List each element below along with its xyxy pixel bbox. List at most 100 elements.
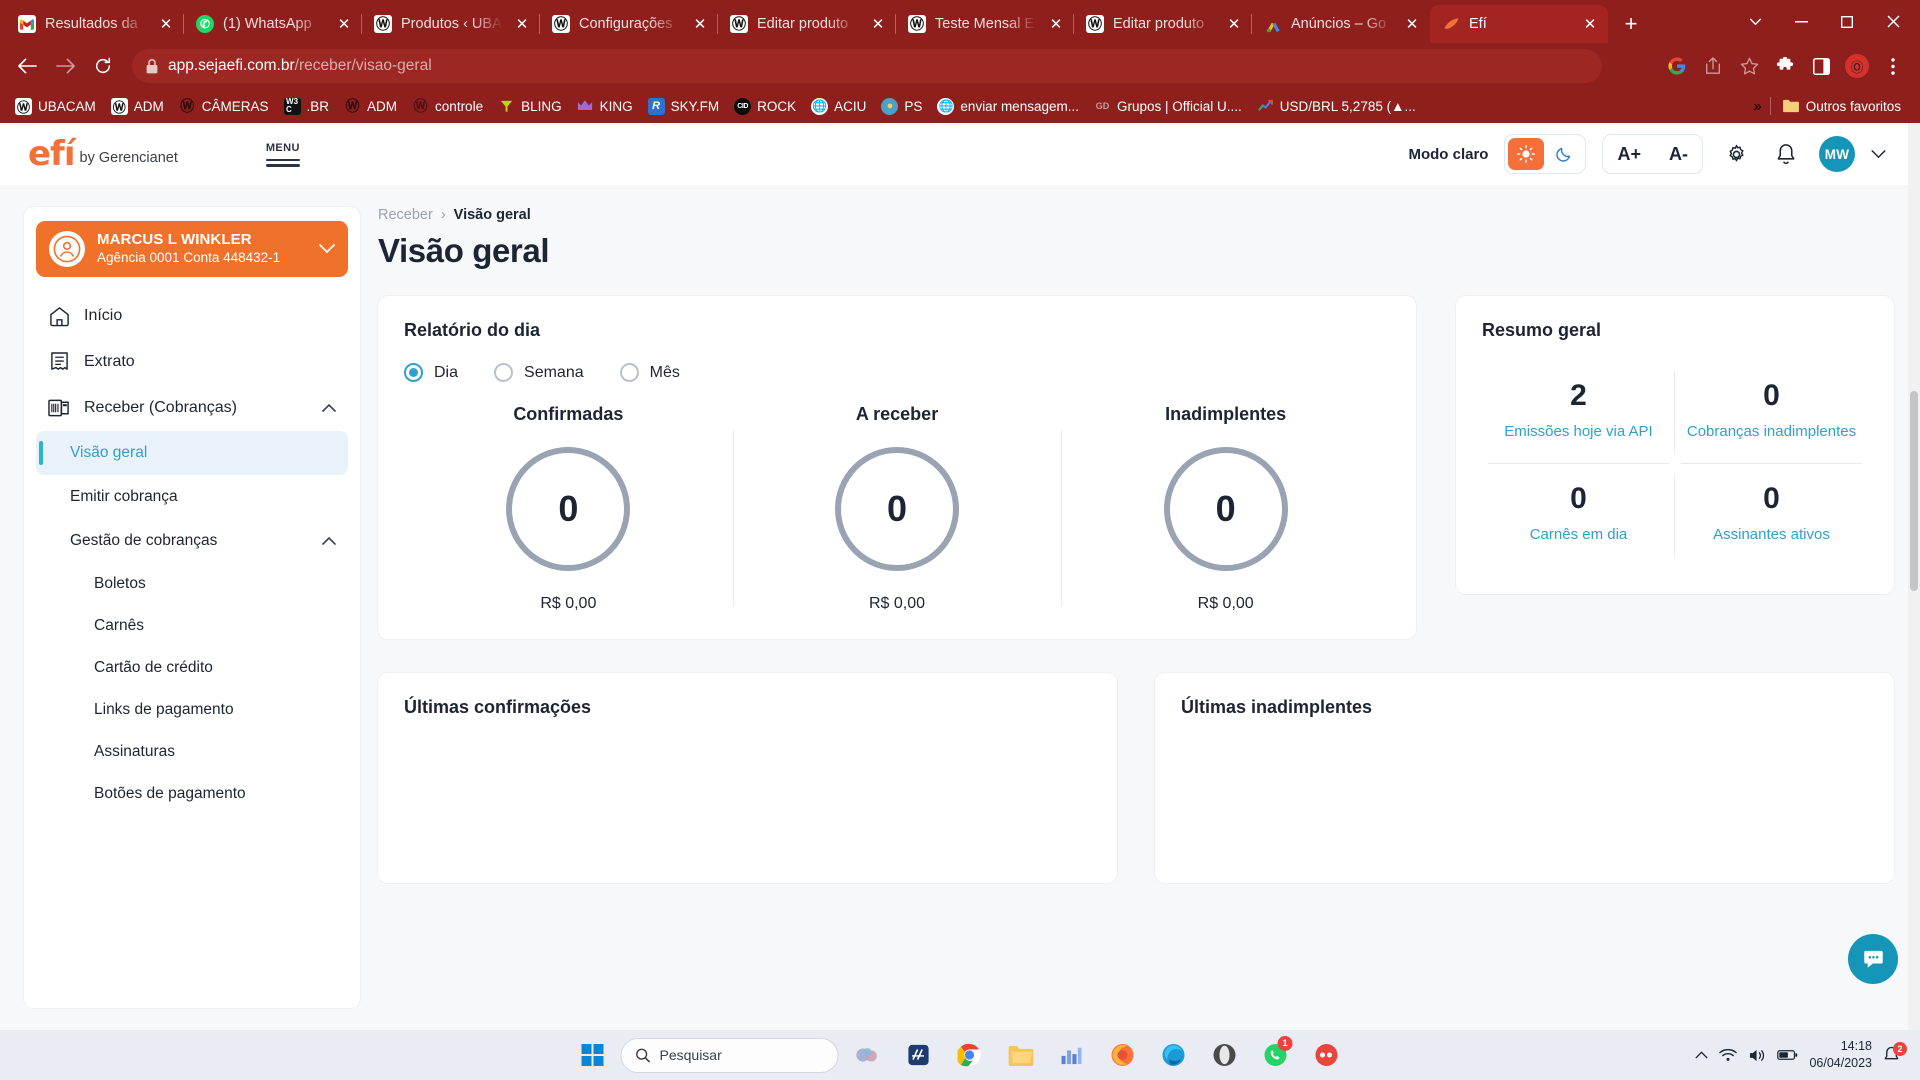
sidepanel-icon[interactable] [1804, 49, 1838, 83]
bookmarks-overflow-button[interactable]: » [1753, 98, 1761, 115]
increase-font-button[interactable]: A+ [1603, 135, 1655, 173]
maximize-button[interactable] [1824, 3, 1870, 41]
close-icon[interactable]: ✕ [1580, 14, 1600, 34]
browser-tab[interactable]: Ⓦ Teste Mensal E ✕ [895, 5, 1074, 43]
moon-icon[interactable] [1546, 138, 1582, 170]
browser-tab[interactable]: Ⓦ Editar produto ✕ [1073, 5, 1252, 43]
bookmark-item[interactable]: ● PS [874, 94, 929, 119]
bookmark-item[interactable]: 🌐 ACIU [804, 94, 873, 119]
widgets-icon[interactable] [846, 1034, 890, 1076]
browser-tab[interactable]: Resultados da ✕ [6, 5, 184, 43]
page-scrollbar[interactable] [1908, 123, 1920, 1030]
opera-icon[interactable] [1203, 1034, 1247, 1076]
chat-support-icon[interactable] [1848, 934, 1898, 984]
windows-icon[interactable] [572, 1034, 614, 1076]
sidebar-item-gestao-de-cobrancas[interactable]: Gestão de cobranças [36, 519, 348, 563]
store-icon[interactable] [1050, 1034, 1094, 1076]
editor-icon[interactable] [897, 1034, 941, 1076]
bookmark-item[interactable]: Ⓦ CÂMERAS [172, 94, 276, 119]
extensions-icon[interactable] [1768, 49, 1802, 83]
edge-icon[interactable] [1152, 1034, 1196, 1076]
bell-icon[interactable] [1769, 137, 1803, 171]
close-icon[interactable]: ✕ [1224, 14, 1244, 34]
summary-cell-emissoes-api[interactable]: 2 Emissões hoje via API [1482, 361, 1675, 465]
sidebar-item-emitir-cobranca[interactable]: Emitir cobrança [36, 475, 348, 519]
sidebar-item-inicio[interactable]: Início [36, 293, 348, 339]
firefox-icon[interactable] [1101, 1034, 1145, 1076]
browser-tab[interactable]: ✆ (1) WhatsApp ✕ [183, 5, 362, 43]
volume-icon[interactable] [1748, 1048, 1766, 1063]
close-icon[interactable]: ✕ [334, 14, 354, 34]
sun-icon[interactable] [1508, 138, 1545, 170]
bookmark-item[interactable]: KING [570, 94, 640, 119]
new-tab-button[interactable]: + [1614, 7, 1648, 41]
tab-search-icon[interactable] [1732, 3, 1778, 41]
period-option-mes[interactable]: Mês [619, 363, 680, 382]
bookmark-item[interactable]: BLING [491, 94, 569, 119]
efi-logo[interactable]: efí by Gerencianet [28, 137, 178, 171]
bookmark-item[interactable]: W3 C .BR [277, 94, 337, 119]
sidebar-item-carnes[interactable]: Carnês [36, 605, 348, 647]
profile-icon[interactable]: Ⓞ [1840, 49, 1874, 83]
close-icon[interactable]: ✕ [868, 14, 888, 34]
chrome-icon[interactable] [948, 1034, 992, 1076]
chevron-up-icon[interactable] [322, 404, 336, 412]
summary-cell-cobrancas-inadimplentes[interactable]: 0 Cobranças inadimplentes [1675, 361, 1868, 465]
bookmark-item[interactable]: Ⓦ ADM [337, 94, 404, 119]
wifi-icon[interactable] [1719, 1048, 1738, 1062]
chevron-down-icon[interactable] [319, 244, 335, 254]
sidebar-item-cartao-de-credito[interactable]: Cartão de crédito [36, 647, 348, 689]
share-icon[interactable] [1696, 49, 1730, 83]
chevron-down-icon[interactable] [1871, 149, 1886, 159]
bookmark-item[interactable]: Ⓦ ADM [104, 94, 171, 119]
bookmark-item[interactable]: R SKY.FM [641, 94, 727, 119]
battery-icon[interactable] [1777, 1049, 1798, 1061]
bookmark-item[interactable]: Ⓦ controle [405, 94, 490, 119]
avatar[interactable]: MW [1819, 136, 1855, 172]
chevron-up-icon[interactable] [1695, 1051, 1708, 1059]
file-explorer-icon[interactable] [999, 1034, 1043, 1076]
bookmark-item[interactable]: Ⓦ UBACAM [8, 94, 103, 119]
notification-center-icon[interactable]: 2 [1883, 1042, 1907, 1064]
main-menu-button[interactable]: MENU [265, 142, 300, 167]
back-button[interactable] [10, 49, 44, 83]
reload-button[interactable] [86, 49, 120, 83]
messenger-icon[interactable] [1305, 1034, 1349, 1076]
sidebar-item-botoes-de-pagamento[interactable]: Botões de pagamento [36, 773, 348, 815]
browser-tab[interactable]: Ⓦ Produtos ‹ UBA ✕ [361, 5, 540, 43]
bookmark-item[interactable]: USD/BRL 5,2785 (▲... [1250, 94, 1423, 119]
google-icon[interactable] [1660, 49, 1694, 83]
browser-tab[interactable]: Anúncios – Go ✕ [1251, 5, 1430, 43]
bookmark-star-icon[interactable] [1732, 49, 1766, 83]
menu-kebab-icon[interactable] [1876, 49, 1910, 83]
close-icon[interactable]: ✕ [512, 14, 532, 34]
period-option-semana[interactable]: Semana [494, 363, 584, 382]
browser-tab[interactable]: Ⓦ Editar produto ✕ [717, 5, 896, 43]
other-bookmarks-button[interactable]: Outros favoritos [1779, 94, 1908, 119]
sidebar-item-links-de-pagamento[interactable]: Links de pagamento [36, 689, 348, 731]
close-icon[interactable]: ✕ [1046, 14, 1066, 34]
sidebar-item-visao-geral[interactable]: Visão geral [36, 431, 348, 475]
chevron-up-icon[interactable] [322, 537, 336, 545]
bookmark-item[interactable]: CID ROCK [727, 94, 803, 119]
bookmark-item[interactable]: 🌐 enviar mensagem... [930, 94, 1086, 119]
sidebar-item-extrato[interactable]: Extrato [36, 339, 348, 385]
close-icon[interactable]: ✕ [156, 14, 176, 34]
period-option-dia[interactable]: Dia [404, 363, 458, 382]
theme-toggle[interactable] [1504, 134, 1587, 174]
taskbar-clock[interactable]: 14:18 06/04/2023 [1809, 1038, 1872, 1072]
sidebar-item-receber[interactable]: Receber (Cobranças) [36, 385, 348, 431]
gear-icon[interactable] [1719, 137, 1753, 171]
account-switcher[interactable]: MARCUS L WINKLER Agência 0001 Conta 4484… [36, 221, 348, 277]
whatsapp-icon[interactable]: 1 [1254, 1034, 1298, 1076]
breadcrumb-parent[interactable]: Receber [378, 207, 433, 223]
search-input[interactable]: Pesquisar [620, 1037, 839, 1073]
summary-cell-carnes-em-dia[interactable]: 0 Carnês em dia [1482, 464, 1675, 567]
close-icon[interactable]: ✕ [690, 14, 710, 34]
decrease-font-button[interactable]: A- [1655, 135, 1702, 173]
sidebar-item-boletos[interactable]: Boletos [36, 563, 348, 605]
sidebar-item-assinaturas[interactable]: Assinaturas [36, 731, 348, 773]
close-window-button[interactable] [1870, 3, 1916, 41]
minimize-button[interactable] [1778, 3, 1824, 41]
summary-cell-assinantes-ativos[interactable]: 0 Assinantes ativos [1675, 464, 1868, 567]
